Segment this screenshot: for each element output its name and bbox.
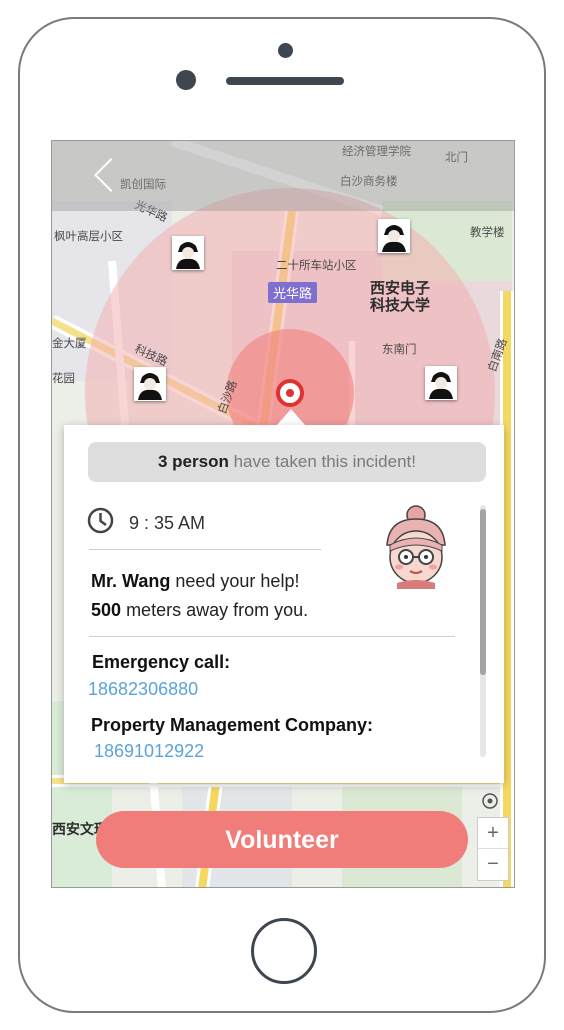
volunteer-avatar-pin[interactable] <box>134 367 166 401</box>
incident-time: 9 : 35 AM <box>129 513 206 533</box>
taken-count: 3 person <box>158 452 229 471</box>
help-text: need your help! <box>175 571 300 591</box>
distance-text: meters away from you. <box>126 600 309 620</box>
person-icon <box>138 373 162 400</box>
taken-text: have taken this incident! <box>233 452 416 471</box>
emergency-phone-link[interactable]: 18682306880 <box>88 679 198 700</box>
map-label: 金大厦 <box>52 338 87 350</box>
scroll-thumb[interactable] <box>480 509 486 675</box>
map-label: 教学楼 <box>470 227 505 239</box>
zoom-control: + − <box>477 817 509 881</box>
requester-name: Mr. Wang <box>91 571 171 591</box>
divider <box>89 549 321 550</box>
card-pointer <box>277 409 305 425</box>
map-label: 枫叶高层小区 <box>54 231 123 243</box>
property-company-label: Property Management Company: <box>91 715 374 735</box>
front-camera <box>176 70 196 90</box>
clock-icon <box>87 507 114 534</box>
locate-icon[interactable] <box>481 792 499 810</box>
zoom-out-button[interactable]: − <box>478 849 508 879</box>
person-icon <box>176 242 200 269</box>
map-label: 二十所车站小区 <box>276 260 357 272</box>
elderly-avatar <box>386 505 446 589</box>
zoom-in-button[interactable]: + <box>478 818 508 849</box>
volunteer-avatar-pin[interactable] <box>425 366 457 400</box>
incident-card: 3 person have taken this incident! 9 : 3… <box>64 425 504 783</box>
volunteer-avatar-pin[interactable] <box>378 219 410 253</box>
person-icon <box>382 225 406 252</box>
card-scrollbar[interactable] <box>480 505 486 757</box>
road-tag: 光华路 <box>268 282 318 303</box>
map-label-university: 西安电子 科技大学 <box>370 280 431 314</box>
taken-banner: 3 person have taken this incident! <box>88 442 486 482</box>
map-label: 花园 <box>52 373 75 385</box>
person-icon <box>429 372 453 399</box>
divider <box>89 636 455 637</box>
emergency-call-label: Emergency call: <box>92 652 231 672</box>
camera-dot <box>278 43 293 58</box>
volunteer-avatar-pin[interactable] <box>172 236 204 270</box>
speaker-grille <box>226 77 344 85</box>
home-button[interactable] <box>251 918 317 984</box>
map-label: 东南门 <box>382 344 417 356</box>
volunteer-button[interactable]: Volunteer <box>96 811 468 868</box>
property-phone-link[interactable]: 18691012922 <box>94 741 204 762</box>
distance-value: 500 <box>91 600 122 620</box>
help-message: Mr. Wang need your help! 500 meters away… <box>91 567 308 625</box>
